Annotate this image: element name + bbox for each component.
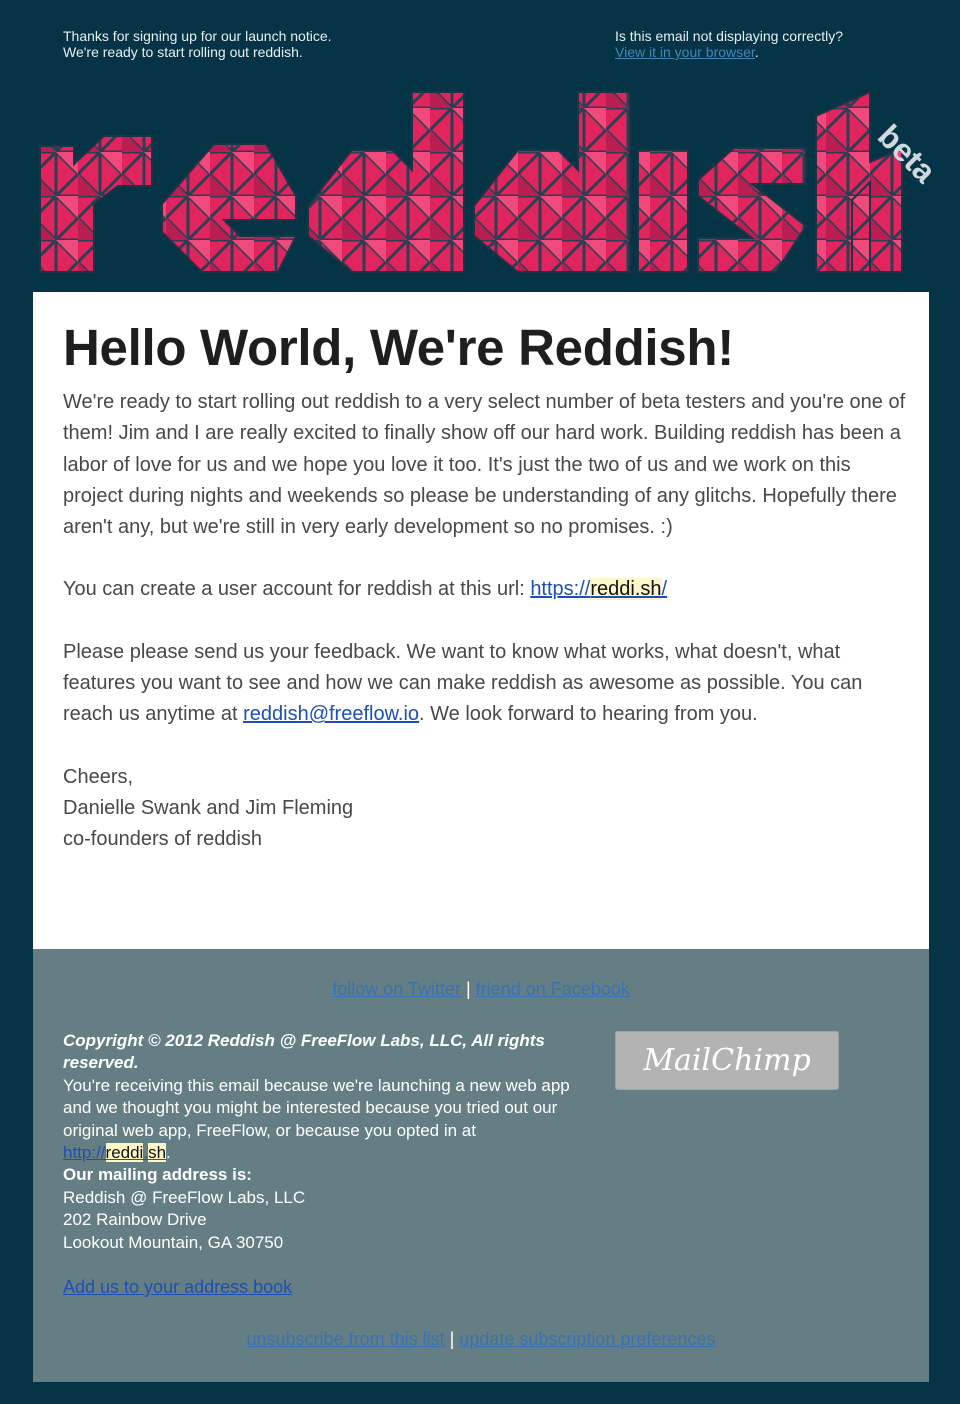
email-link[interactable]: reddish@freeflow.io xyxy=(243,703,419,725)
link-separator: | xyxy=(465,979,471,999)
reddish-logo: beta xyxy=(39,90,934,273)
url-path: / xyxy=(661,578,668,601)
address-book-row: Add us to your address book xyxy=(63,1277,292,1298)
link-suffix: . xyxy=(166,1143,171,1163)
logo-letter-r xyxy=(39,135,153,273)
preheader-line: We're ready to start rolling out reddish… xyxy=(63,44,303,60)
email-content: Hello World, We're Reddish! We're ready … xyxy=(33,292,929,949)
signature: Cheers, Danielle Swank and Jim Fleming c… xyxy=(63,762,908,856)
subscription-reason: You're receiving this email because we'r… xyxy=(63,1075,570,1140)
logo-letter-i xyxy=(637,149,689,273)
signup-paragraph: You can create a user account for reddis… xyxy=(63,574,908,605)
signature-names: Danielle Swank and Jim Fleming xyxy=(63,796,354,819)
add-to-address-book-link[interactable]: Add us to your address book xyxy=(63,1277,292,1297)
footer-legal: Copyright © 2012 Reddish @ FreeFlow Labs… xyxy=(63,1030,593,1254)
mailing-address-label: Our mailing address is: xyxy=(63,1165,252,1185)
logo-letter-d xyxy=(307,91,465,273)
logo-letter-e xyxy=(161,143,298,273)
preheader: Thanks for signing up for our launch not… xyxy=(63,28,923,68)
signup-text: You can create a user account for reddis… xyxy=(63,578,531,601)
update-preferences-link[interactable]: update subscription preferences xyxy=(459,1329,715,1349)
subscription-links: unsubscribe from this list | update subs… xyxy=(33,1329,929,1350)
reddish-site-link[interactable]: http://reddi.sh xyxy=(63,1143,167,1163)
social-links: follow on Twitter | friend on Facebook xyxy=(33,979,929,1000)
view-in-browser-link[interactable]: View it in your browser xyxy=(615,44,755,60)
feedback-suffix: . We look forward to hearing from you. xyxy=(419,703,758,726)
link-domain-part: reddi xyxy=(105,1143,144,1163)
mailchimp-badge[interactable]: MailChimp xyxy=(615,1031,839,1090)
preheader-intro: Thanks for signing up for our launch not… xyxy=(63,28,483,60)
link-scheme: http:// xyxy=(63,1143,106,1163)
url-domain: reddi.sh xyxy=(590,578,662,601)
signup-url-link[interactable]: https://reddi.sh/ xyxy=(530,578,668,601)
notice-suffix: . xyxy=(754,44,759,60)
url-scheme: https:// xyxy=(530,578,591,601)
email-body: We're ready to start rolling out reddish… xyxy=(63,387,908,887)
display-notice-text: Is this email not displaying correctly? xyxy=(615,28,843,44)
address-line: Reddish @ FreeFlow Labs, LLC xyxy=(63,1187,306,1207)
address-line: Lookout Mountain, GA 30750 xyxy=(63,1232,284,1252)
logo-letter-d xyxy=(473,91,631,273)
unsubscribe-link[interactable]: unsubscribe from this list xyxy=(247,1329,445,1349)
logo-letter-h xyxy=(815,90,903,273)
feedback-paragraph: Please please send us your feedback. We … xyxy=(63,637,908,731)
signature-cheers: Cheers, xyxy=(63,765,134,788)
facebook-link[interactable]: friend on Facebook xyxy=(476,979,630,999)
logo-letter-s xyxy=(697,147,808,273)
twitter-link[interactable]: follow on Twitter xyxy=(332,979,461,999)
preheader-browser-notice: Is this email not displaying correctly? … xyxy=(615,28,935,60)
link-tld: sh xyxy=(148,1143,167,1163)
copyright-notice: Copyright © 2012 Reddish @ FreeFlow Labs… xyxy=(63,1031,545,1073)
preheader-line: Thanks for signing up for our launch not… xyxy=(63,28,332,44)
headline: Hello World, We're Reddish! xyxy=(63,319,734,376)
link-separator: | xyxy=(449,1329,455,1349)
email-footer: follow on Twitter | friend on Facebook C… xyxy=(33,949,929,1382)
signature-title: co-founders of reddish xyxy=(63,828,263,851)
intro-paragraph: We're ready to start rolling out reddish… xyxy=(63,391,906,539)
address-line: 202 Rainbow Drive xyxy=(63,1210,207,1230)
